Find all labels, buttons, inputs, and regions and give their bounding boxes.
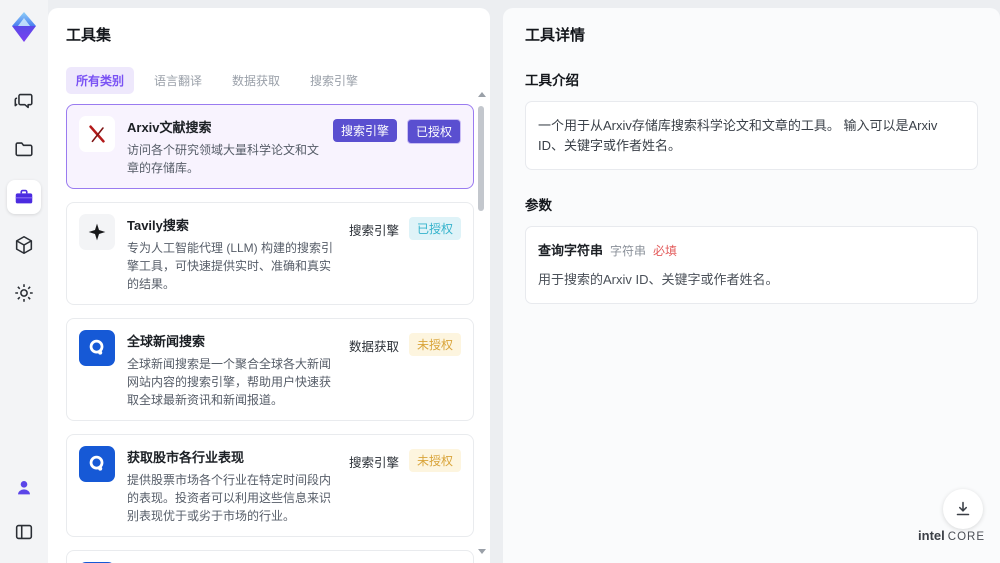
status-badge: 未授权 bbox=[408, 333, 461, 356]
list-scrollbar[interactable] bbox=[477, 92, 486, 554]
sidebar-item-files[interactable] bbox=[7, 132, 41, 166]
app-logo-icon bbox=[8, 10, 40, 46]
sidebar-item-settings[interactable] bbox=[7, 276, 41, 310]
param-description: 用于搜索的Arxiv ID、关键字或作者姓名。 bbox=[538, 271, 779, 287]
tool-card-tavily[interactable]: Tavily搜索 专为人工智能代理 (LLM) 构建的搜索引擎工具，可快速提供实… bbox=[66, 202, 474, 305]
tool-list: Arxiv文献搜索 访问各个研究领域大量科学论文和文章的存储库。 搜索引擎 已授… bbox=[66, 104, 490, 563]
tool-list-panel: 工具集 所有类别 语言翻译 数据获取 搜索引擎 Arxiv文献搜索 访问各个研究… bbox=[48, 8, 490, 563]
toolbox-icon bbox=[13, 186, 35, 208]
folder-icon bbox=[13, 138, 35, 160]
left-sidebar bbox=[0, 0, 48, 563]
tool-card-sector-performance[interactable]: 获取股市各行业表现 提供股票市场各个行业在特定时间段内的表现。投资者可以利用这些… bbox=[66, 434, 474, 537]
user-icon bbox=[13, 477, 35, 499]
tool-name: 全球新闻搜索 bbox=[127, 334, 206, 349]
tab-search-engine[interactable]: 搜索引擎 bbox=[300, 67, 368, 94]
status-badge: 已授权 bbox=[406, 119, 461, 144]
sidebar-item-tools[interactable] bbox=[7, 180, 41, 214]
arxiv-logo-icon bbox=[79, 116, 115, 152]
tool-details-panel: 工具详情 工具介绍 一个用于从Arxiv存储库搜索科学论文和文章的工具。 输入可… bbox=[503, 8, 1000, 563]
gear-icon bbox=[13, 282, 35, 304]
tavily-star-icon bbox=[79, 214, 115, 250]
category-label: 搜索引擎 bbox=[348, 456, 399, 470]
tool-description: 提供股票市场各个行业在特定时间段内的表现。投资者可以利用这些信息来识别表现优于或… bbox=[127, 473, 332, 523]
sidebar-item-profile[interactable] bbox=[7, 471, 41, 505]
tool-card-global-news[interactable]: 全球新闻搜索 全球新闻搜索是一个聚合全球各大新闻网站内容的搜索引擎，帮助用户快速… bbox=[66, 318, 474, 421]
page-title: 工具集 bbox=[66, 27, 112, 44]
tool-name: 获取股市各行业表现 bbox=[127, 450, 245, 465]
category-label: 数据获取 bbox=[348, 340, 399, 354]
tool-name: Tavily搜索 bbox=[127, 218, 189, 233]
tool-description: 访问各个研究领域大量科学论文和文章的存储库。 bbox=[127, 143, 320, 175]
tool-card-active-stocks[interactable]: 获取市场最活跃股票信息 提供当天交易量最高的股票列表，投资者可以利用这些信息来识… bbox=[66, 550, 474, 563]
param-required-badge: 必填 bbox=[653, 244, 678, 258]
scrollbar-thumb[interactable] bbox=[478, 106, 484, 211]
news-logo-icon bbox=[79, 330, 115, 366]
tool-description: 全球新闻搜索是一个聚合全球各大新闻网站内容的搜索引擎，帮助用户快速获取全球最新资… bbox=[127, 357, 332, 407]
category-tabs: 所有类别 语言翻译 数据获取 搜索引擎 bbox=[66, 67, 490, 94]
tool-card-arxiv[interactable]: Arxiv文献搜索 访问各个研究领域大量科学论文和文章的存储库。 搜索引擎 已授… bbox=[66, 104, 474, 189]
tool-name: Arxiv文献搜索 bbox=[127, 120, 212, 135]
tab-language-translation[interactable]: 语言翻译 bbox=[144, 67, 212, 94]
sidebar-item-models[interactable] bbox=[7, 228, 41, 262]
param-box: 查询字符串 字符串 必填 用于搜索的Arxiv ID、关键字或作者姓名。 bbox=[525, 226, 978, 304]
chat-icon bbox=[13, 90, 35, 112]
brand-core-label: CORE bbox=[947, 531, 985, 543]
sidebar-item-chat[interactable] bbox=[7, 84, 41, 118]
sidebar-collapse-toggle[interactable] bbox=[7, 515, 41, 549]
scroll-up-arrow[interactable] bbox=[478, 92, 486, 97]
intro-heading: 工具介绍 bbox=[525, 73, 579, 88]
params-heading: 参数 bbox=[525, 198, 552, 213]
brand-intel-label: intel bbox=[918, 528, 945, 543]
download-button[interactable] bbox=[943, 489, 983, 529]
cube-icon bbox=[13, 234, 35, 256]
tab-all-categories[interactable]: 所有类别 bbox=[66, 67, 135, 94]
status-badge: 未授权 bbox=[408, 449, 461, 472]
panel-toggle-icon bbox=[13, 521, 35, 543]
param-type: 字符串 bbox=[610, 244, 647, 258]
intel-core-logo: intel CORE bbox=[918, 528, 985, 543]
status-badge: 已授权 bbox=[408, 217, 461, 240]
category-badge: 搜索引擎 bbox=[332, 119, 397, 142]
tab-data-fetch[interactable]: 数据获取 bbox=[222, 67, 290, 94]
category-label: 搜索引擎 bbox=[348, 224, 399, 238]
param-name: 查询字符串 bbox=[538, 243, 604, 258]
details-title: 工具详情 bbox=[525, 27, 586, 44]
intro-box: 一个用于从Arxiv存储库搜索科学论文和文章的工具。 输入可以是Arxiv ID… bbox=[525, 101, 978, 170]
news-logo-icon bbox=[79, 446, 115, 482]
tool-description: 专为人工智能代理 (LLM) 构建的搜索引擎工具，可快速提供实时、准确和真实的结… bbox=[127, 241, 334, 291]
download-icon bbox=[952, 498, 974, 520]
scroll-down-arrow[interactable] bbox=[478, 549, 486, 554]
